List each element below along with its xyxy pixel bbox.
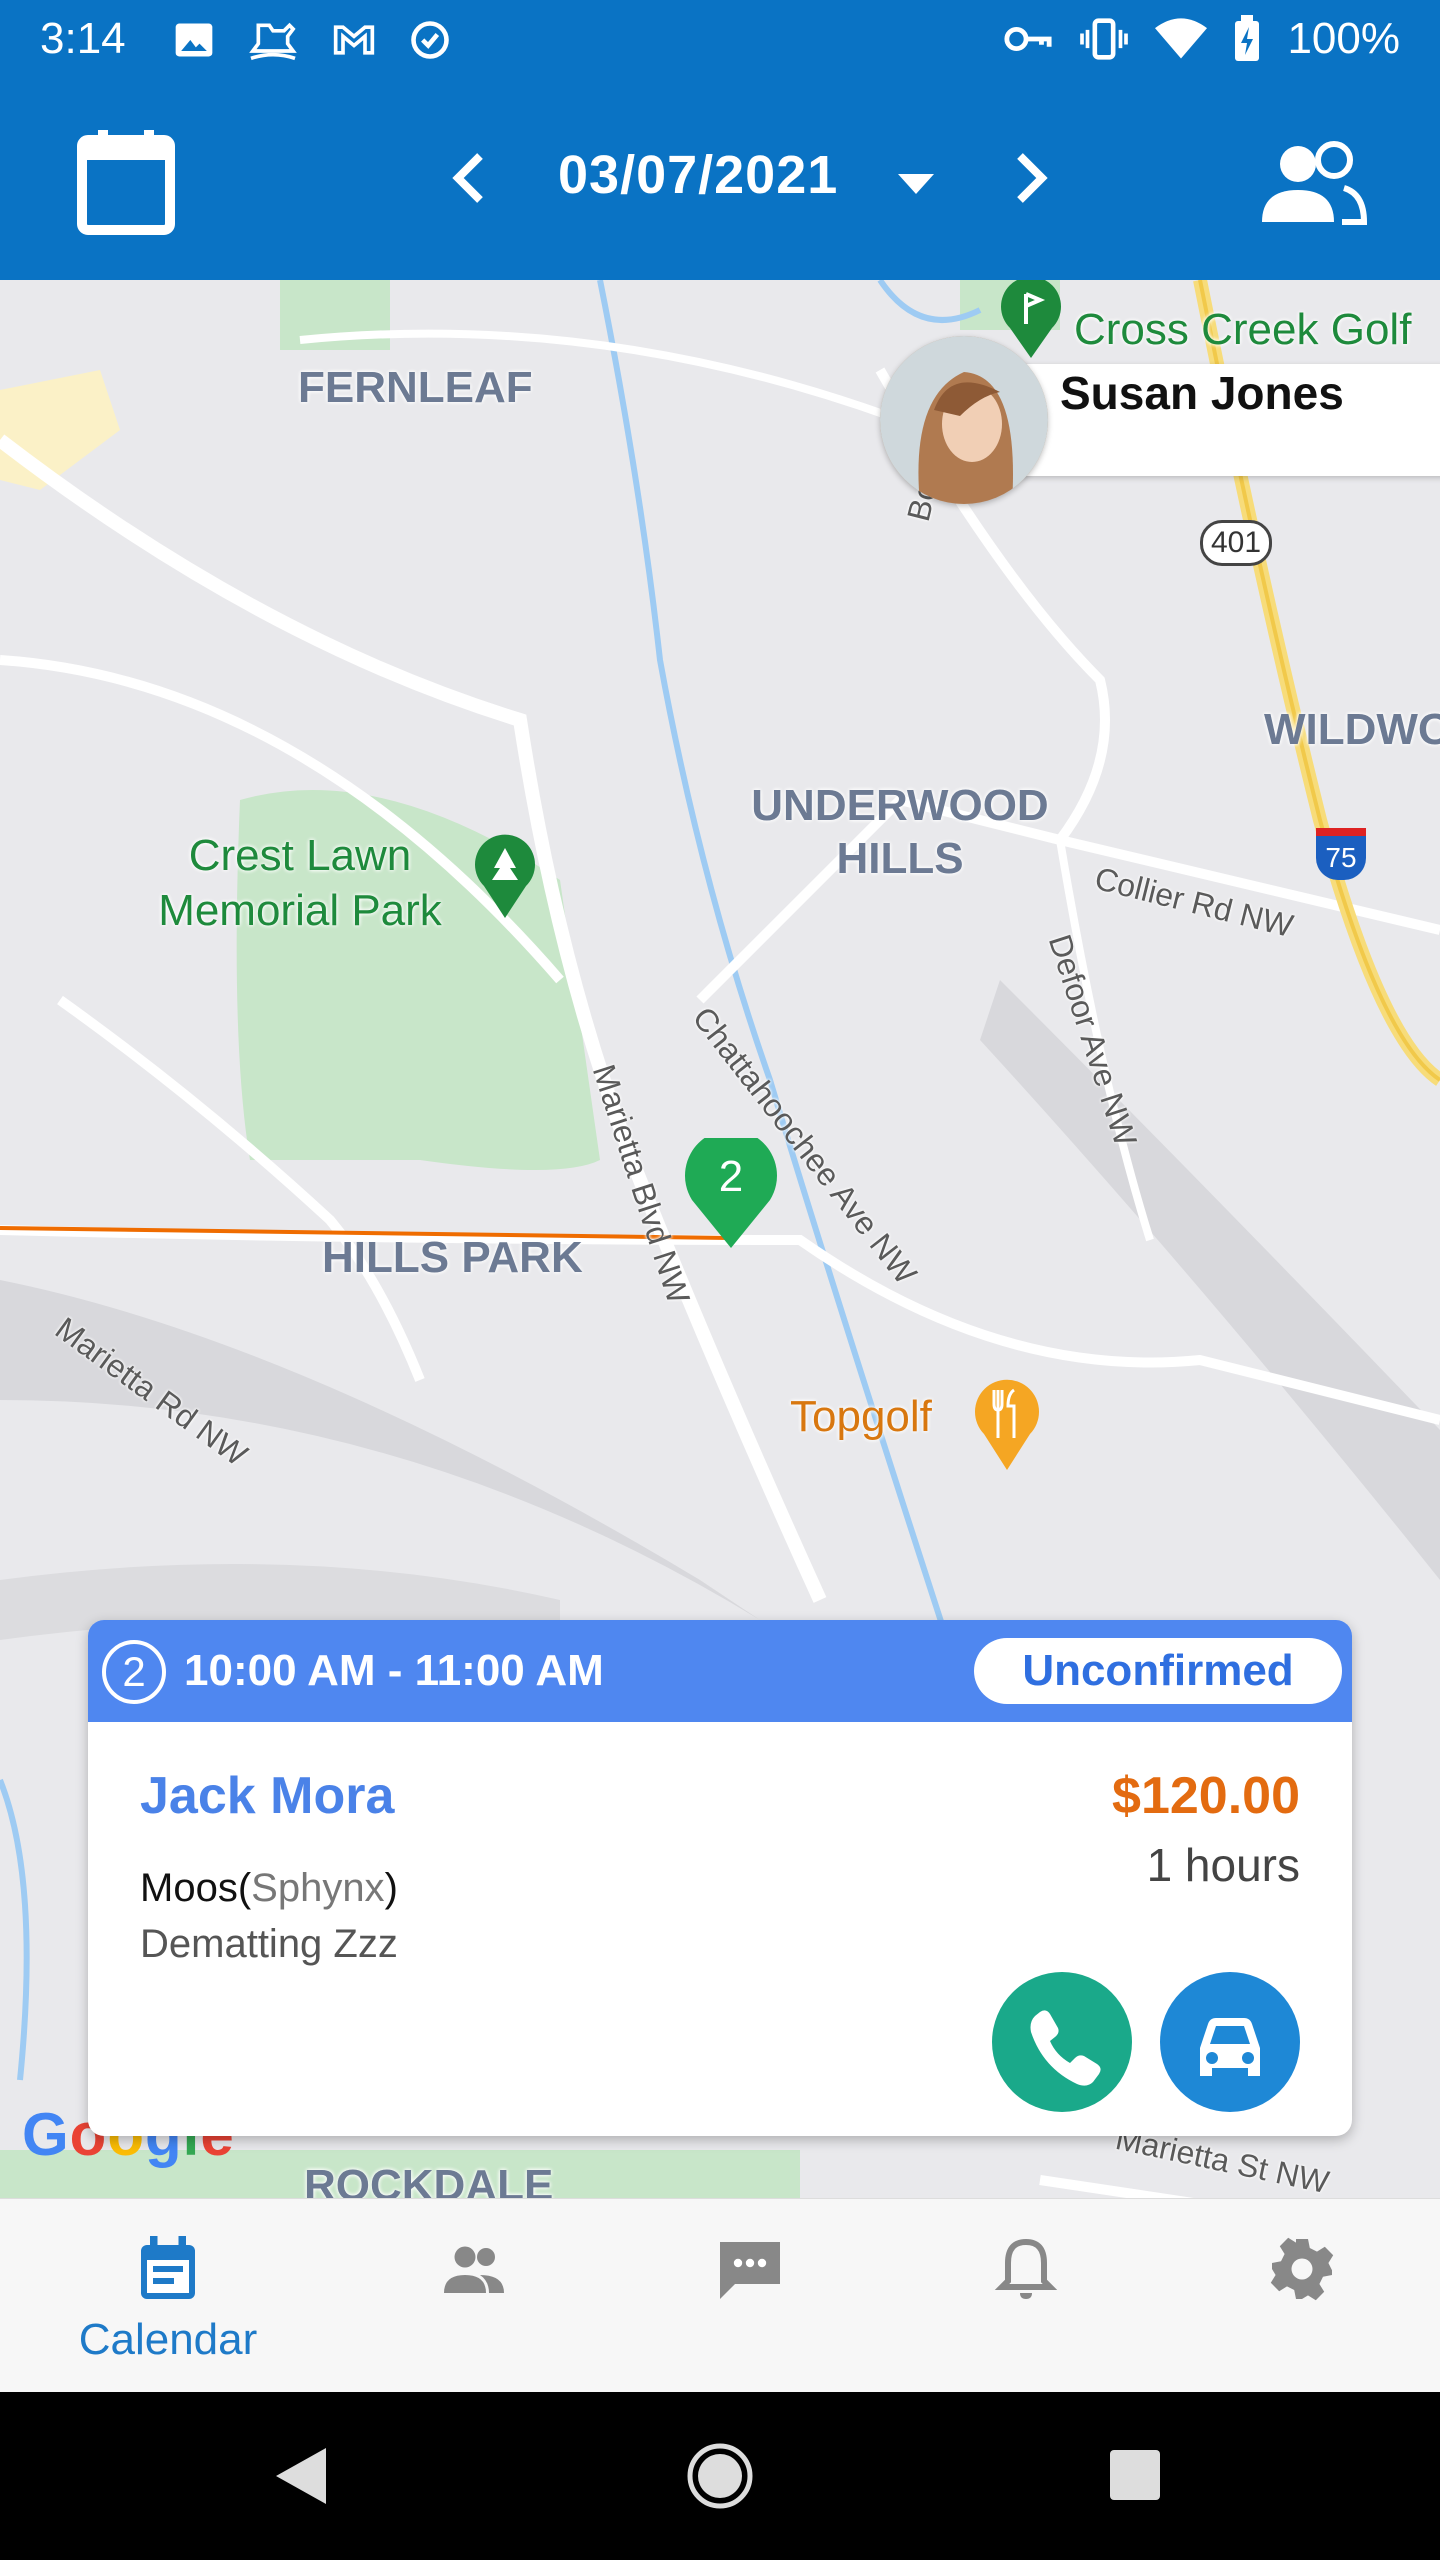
- chevron-left-icon[interactable]: [440, 148, 500, 208]
- app-bar: 03/07/2021: [0, 84, 1440, 280]
- phone-icon: [1030, 2010, 1101, 2086]
- chevron-right-icon[interactable]: [1000, 148, 1060, 208]
- clients-icon: [444, 2246, 504, 2293]
- home-icon[interactable]: [686, 2442, 754, 2510]
- appointment-number-badge: 2: [102, 1640, 166, 1704]
- date-label[interactable]: 03/07/2021: [558, 144, 838, 206]
- appointment-time: 10:00 AM - 11:00 AM: [184, 1646, 604, 1695]
- pet-info: Moos(Sphynx): [140, 1866, 398, 1910]
- label-hills-park: HILLS PARK: [322, 1233, 583, 1282]
- settings-icon: [1270, 2237, 1334, 2301]
- staff-badge[interactable]: Susan Jones: [880, 336, 1440, 504]
- label-underwood-hills: UNDERWOOD HILLS: [751, 781, 1049, 883]
- service-name: Dematting Zzz: [140, 1922, 398, 1966]
- image-icon: [175, 23, 213, 57]
- nav-calendar-label: Calendar: [78, 2315, 258, 2364]
- label-rockdale: ROCKDALE: [304, 2161, 554, 2198]
- system-navigation-bar: [0, 2392, 1440, 2560]
- appointment-duration: 1 hours: [1146, 1839, 1300, 1891]
- nav-notifications[interactable]: [926, 2199, 1126, 2393]
- notifications-icon: [994, 2238, 1058, 2299]
- vibrate-icon: [1080, 18, 1129, 60]
- label-wildwood: WILDWO: [1264, 705, 1440, 754]
- appointment-marker[interactable]: 2: [684, 1129, 778, 1250]
- pet-breed: Sphynx: [251, 1866, 385, 1910]
- sync-icon: [411, 21, 449, 59]
- car-icon: [1200, 2018, 1260, 2076]
- status-bar: 3:14 100%: [0, 0, 1440, 84]
- vpn-key-icon: [1004, 26, 1053, 52]
- client-name[interactable]: Jack Mora: [140, 1766, 394, 1826]
- battery-charging-icon: [1235, 15, 1260, 61]
- calendar-icon[interactable]: [76, 128, 176, 236]
- park-pin-icon[interactable]: [470, 830, 540, 920]
- label-crest-lawn-park[interactable]: Crest Lawn Memorial Park: [130, 828, 470, 938]
- interstate-75-shield: 75: [1316, 828, 1366, 880]
- nav-calendar[interactable]: Calendar: [68, 2199, 268, 2393]
- status-time: 3:14: [40, 14, 126, 63]
- nav-settings[interactable]: [1202, 2199, 1402, 2393]
- rocking-horse-icon: [249, 22, 297, 61]
- status-badge[interactable]: Unconfirmed: [974, 1638, 1342, 1704]
- label-fernleaf: FERNLEAF: [298, 363, 533, 412]
- call-button[interactable]: [992, 1972, 1132, 2112]
- staff-name: Susan Jones: [1060, 367, 1344, 419]
- nav-clients[interactable]: [374, 2199, 574, 2393]
- drive-button[interactable]: [1160, 1972, 1300, 2112]
- label-topgolf[interactable]: Topgolf: [790, 1392, 932, 1442]
- back-icon[interactable]: [270, 2444, 330, 2508]
- marker-number: 2: [718, 1152, 744, 1201]
- calendar-icon: [141, 2236, 195, 2299]
- nav-messages[interactable]: [650, 2199, 850, 2393]
- appointment-header: 2 10:00 AM - 11:00 AM Unconfirmed: [88, 1620, 1352, 1722]
- restaurant-pin-icon[interactable]: [972, 1372, 1042, 1472]
- avatar: [880, 336, 1048, 504]
- gmail-icon: [333, 25, 375, 55]
- messages-icon: [720, 2242, 780, 2299]
- highway-401-shield: 401: [1200, 520, 1272, 566]
- appointment-price: $120.00: [1112, 1767, 1300, 1825]
- dropdown-arrow-icon[interactable]: [896, 168, 936, 198]
- battery-level: 100%: [1287, 14, 1400, 63]
- people-icon[interactable]: [1258, 138, 1368, 228]
- recents-icon[interactable]: [1108, 2448, 1162, 2502]
- appointment-card[interactable]: 2 10:00 AM - 11:00 AM Unconfirmed Jack M…: [88, 1620, 1352, 2136]
- bottom-navigation: Calendar: [0, 2198, 1440, 2392]
- pet-name: Moos: [140, 1866, 238, 1910]
- wifi-icon: [1155, 18, 1208, 59]
